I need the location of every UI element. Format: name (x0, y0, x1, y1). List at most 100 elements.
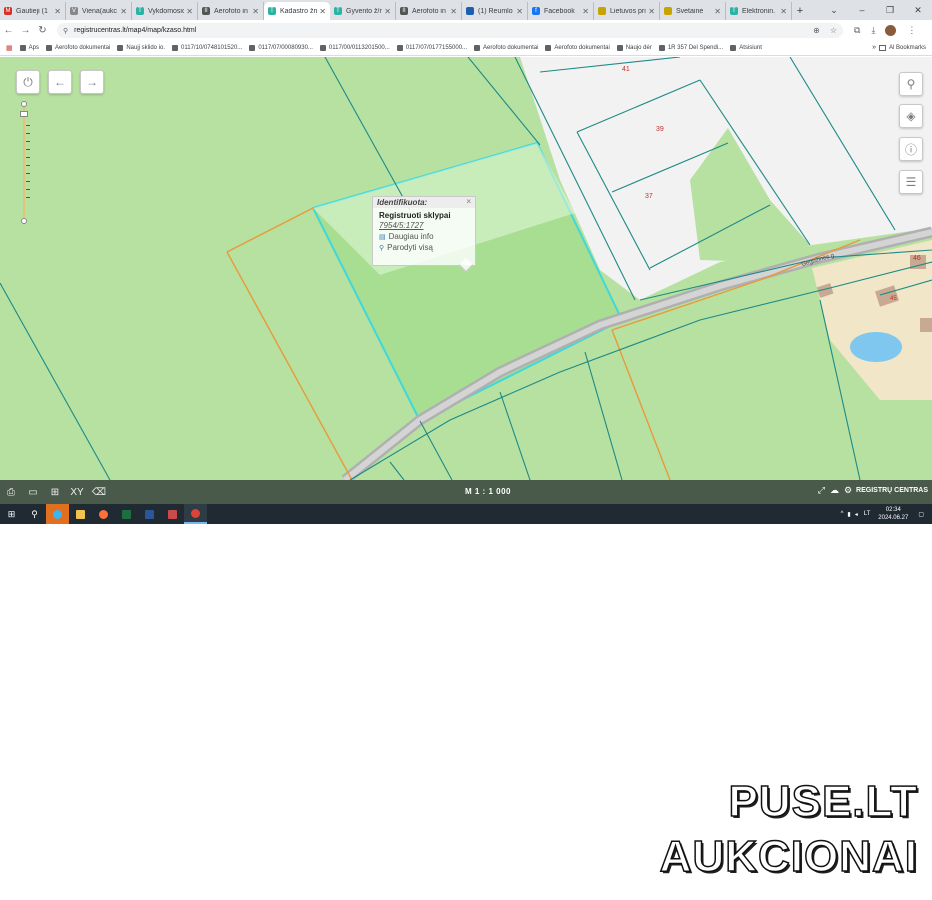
word-icon[interactable] (138, 504, 161, 524)
bookmark-label: Naujo dėr (625, 45, 652, 51)
download-icon[interactable]: ⤓ (871, 25, 875, 36)
tab-close-icon[interactable]: ✕ (648, 7, 655, 16)
browser-tab[interactable]: T Elektronin. ✕ (726, 2, 792, 20)
tab-close-icon[interactable]: ✕ (714, 7, 721, 16)
tab-close-icon[interactable]: ✕ (54, 7, 61, 16)
notifications-icon[interactable]: ▢ (918, 511, 924, 518)
bookmark-item[interactable]: Aps (19, 45, 39, 51)
minimize-button[interactable]: – (848, 0, 876, 20)
bookmark-item[interactable]: Aerofoto dokumentai (474, 45, 538, 51)
browser-tab[interactable]: (1) Reumlo ✕ (462, 2, 528, 20)
power-icon[interactable]: ⏻ (16, 70, 40, 94)
forward-arrow-icon[interactable]: → (17, 25, 34, 36)
legend-icon[interactable]: ☰ (899, 170, 923, 194)
firefox-icon[interactable] (92, 504, 115, 524)
all-bookmarks-button[interactable]: Al Bookmarks (878, 45, 926, 51)
bookmark-item[interactable]: Atsisiunt (730, 45, 762, 51)
browser-tab[interactable]: M Gautieji (1 ✕ (0, 2, 66, 20)
tab-close-icon[interactable]: ✕ (186, 7, 193, 16)
search-icon[interactable]: ⚲ (23, 504, 46, 524)
extensions-icon[interactable]: ⧉ (854, 25, 860, 36)
print-icon[interactable]: ⎙ (0, 487, 22, 498)
bookmark-icon (658, 45, 665, 51)
tray-chevron-icon[interactable]: ^ (841, 511, 844, 517)
language-indicator[interactable]: LT (864, 511, 871, 517)
settings-icon[interactable]: ⚙ (844, 485, 852, 496)
zoom-icon[interactable]: ⊕ (813, 26, 820, 35)
zoom-out-handle[interactable] (21, 218, 27, 224)
excel-icon[interactable] (115, 504, 138, 524)
app-icon[interactable] (161, 504, 184, 524)
bookmarks-overflow-button[interactable]: » (872, 44, 876, 51)
eraser-icon[interactable]: ⌫ (88, 487, 110, 498)
search-icon[interactable]: ⚲ (899, 72, 923, 96)
maximize-button[interactable]: ❐ (876, 0, 904, 20)
chrome-icon[interactable] (184, 504, 207, 524)
bookmark-item[interactable]: Aerofoto dokumentai (545, 45, 610, 51)
fullscreen-icon[interactable]: ⤢ (818, 485, 825, 496)
bookmark-item[interactable]: Naujo dėr (616, 45, 652, 51)
bookmark-item[interactable]: Naujį sklido io. (117, 45, 165, 51)
clock[interactable]: 02:34 2024.06.27 (878, 506, 908, 522)
browser-tab[interactable]: Svetainė ✕ (660, 2, 726, 20)
tab-close-icon[interactable]: ✕ (120, 7, 127, 16)
browser-tab[interactable]: Lietuvos pri ✕ (594, 2, 660, 20)
close-window-button[interactable]: ✕ (904, 0, 932, 20)
tab-close-icon[interactable]: ✕ (780, 7, 787, 16)
bookmark-item[interactable]: 0117/00/0113201500... (319, 45, 390, 51)
layers-icon[interactable]: ◈ (899, 104, 923, 128)
windows-start-icon[interactable]: ⊞ (0, 504, 23, 524)
browser-tab[interactable]: II Aerofoto in ✕ (198, 2, 264, 20)
add-document-icon[interactable]: ⊞ (44, 487, 66, 498)
tab-close-icon[interactable]: ✕ (319, 7, 326, 16)
browser-menu-icon[interactable]: ⋮ (907, 25, 916, 36)
bookmark-item[interactable]: Aerofoto dokumentai (45, 45, 110, 51)
more-info-link[interactable]: ▤ Daugiau info (373, 231, 475, 242)
bookmark-item[interactable]: 0117/10/0748101520... (172, 45, 242, 51)
show-all-link[interactable]: ⚲ Parodyti visą (373, 242, 475, 253)
tab-close-icon[interactable]: ✕ (384, 7, 391, 16)
browser-tab[interactable]: V Viena(aukc ✕ (66, 2, 132, 20)
zoom-thumb[interactable] (20, 111, 28, 117)
browser-tab[interactable]: T Vykdomosio ✕ (132, 2, 198, 20)
cadastral-map[interactable]: 41 39 37 46 45 Gegužinės g. ⏻ ← → ⚲ ◈ ⓘ … (0, 57, 932, 480)
browser-tab-active[interactable]: T Kadastro žm ✕ (264, 2, 330, 20)
info-icon[interactable]: ⓘ (899, 137, 923, 161)
tab-close-icon[interactable]: ✕ (450, 7, 457, 16)
back-arrow-icon[interactable]: ← (0, 25, 17, 36)
network-icon[interactable]: ▮ (847, 511, 850, 518)
zoom-in-handle[interactable] (21, 101, 27, 107)
volume-icon[interactable]: ◂ (855, 511, 858, 518)
close-icon[interactable]: × (466, 197, 471, 206)
bookmark-item[interactable]: 0117/07/00080930... (249, 45, 313, 51)
tab-close-icon[interactable]: ✕ (516, 7, 523, 16)
browser-window: M Gautieji (1 ✕ V Viena(aukc ✕ T Vykdomosio ✕ II A… (0, 0, 932, 524)
cloud-icon[interactable]: ☁ (830, 485, 839, 496)
undo-arrow-icon[interactable]: ← (48, 70, 72, 94)
ruler-icon[interactable]: ▭ (22, 487, 44, 498)
zoom-slider[interactable] (20, 101, 30, 224)
reload-icon[interactable]: ↻ (34, 25, 51, 36)
zoom-track[interactable] (23, 105, 25, 220)
bookmark-item[interactable]: 0117/07/0177155000... (396, 45, 467, 51)
file-explorer-icon[interactable] (69, 504, 92, 524)
address-bar[interactable]: ⚲ registrucentras.lt/map4/map/kzaso.html… (57, 23, 843, 38)
address-url[interactable]: registrucentras.lt/map4/map/kzaso.html (74, 27, 803, 34)
tab-title: Aerofoto in (412, 7, 446, 15)
redo-arrow-icon[interactable]: → (80, 70, 104, 94)
bookmark-star-icon[interactable]: ☆ (830, 26, 837, 35)
site-info-icon[interactable]: ⚲ (63, 27, 68, 35)
browser-tab[interactable]: T Gyvento ž/n ✕ (330, 2, 396, 20)
parcel-id-link[interactable]: 7954/5:1727 (373, 220, 475, 231)
edge-icon[interactable] (46, 504, 69, 524)
bookmark-item[interactable]: 1R 357 Del Spendi... (658, 45, 723, 51)
tab-search-icon[interactable]: ⌄ (820, 0, 848, 20)
tab-close-icon[interactable]: ✕ (252, 7, 259, 16)
tab-close-icon[interactable]: ✕ (582, 7, 589, 16)
coordinates-icon[interactable]: XY (66, 487, 88, 498)
browser-tab[interactable]: f Facebook ✕ (528, 2, 594, 20)
new-tab-button[interactable]: + (792, 2, 808, 20)
apps-grid-icon[interactable]: ▦ (6, 44, 13, 52)
profile-avatar[interactable] (885, 25, 897, 36)
browser-tab[interactable]: II Aerofoto in ✕ (396, 2, 462, 20)
